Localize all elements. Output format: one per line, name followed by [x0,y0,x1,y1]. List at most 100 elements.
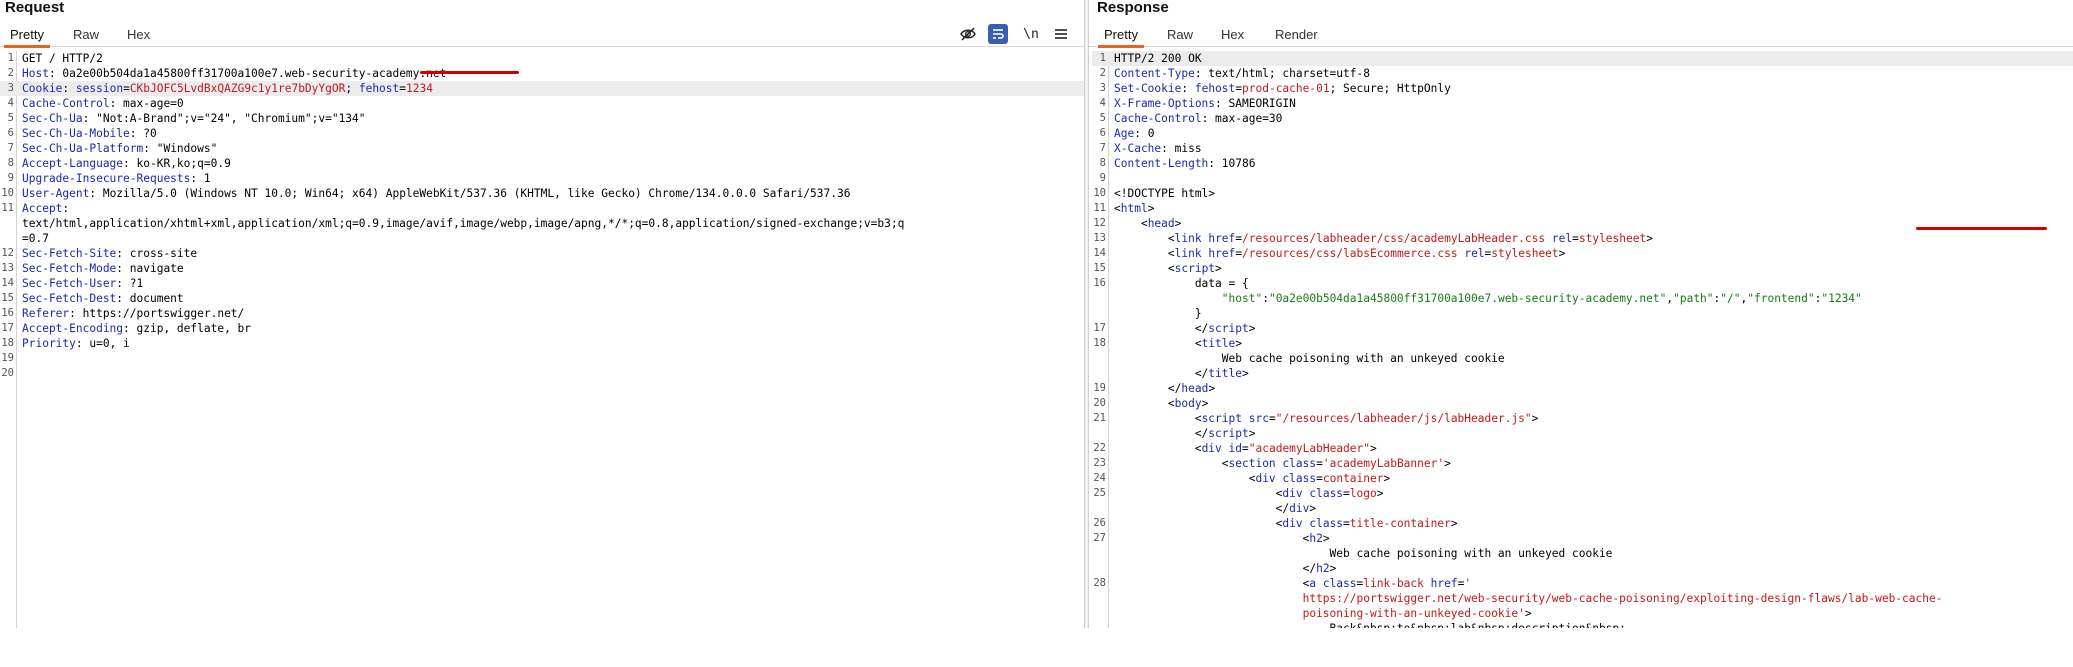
code-token: Sec-Fetch-Dest [22,292,117,305]
line-number: 27 [1093,532,1106,544]
code-token: href [1430,577,1458,590]
code-line: 12 Sec-Fetch-Site: cross-site [0,246,1084,261]
code-token: div [1255,472,1276,485]
code-line: 23 <section class='academyLabBanner'> [1092,456,2073,471]
code-token: > [1558,247,1566,260]
code-line: 19 [0,351,1084,366]
code-token: User-Agent [22,187,90,200]
code-token: < [1114,517,1283,530]
code-token: div [1282,487,1303,500]
line-number: 12 [1,247,14,259]
code-line: 27 <h2> [1092,531,2073,546]
code-token: > [1147,202,1155,215]
request-editor[interactable]: 1 GET / HTTP/2 2 Host: 0a2e00b504da1a45800f… [0,51,1084,628]
code-token: Priority [22,337,76,350]
code-token: title-container [1349,517,1451,530]
code-token: = [1316,472,1323,485]
code-token: link [1174,232,1202,245]
line-number: 13 [1093,232,1106,244]
word-wrap-icon[interactable] [988,24,1008,44]
code-token: link-back [1363,577,1424,590]
code-token: HTTP/2 200 OK [1114,52,1202,65]
line-text: </h2> [1114,561,1337,576]
code-line: 3 Set-Cookie: fehost=prod-cache-01; Secur… [1092,81,2073,96]
line-number: 7 [7,142,14,154]
code-token: Accept [22,202,63,215]
line-number: 1 [7,52,14,64]
code-token: session [75,82,124,95]
line-number: 23 [1093,457,1106,469]
code-token: div [1201,442,1222,455]
code-token: 'academyLabBanner' [1322,457,1445,470]
line-number: 18 [1,337,14,349]
show-newlines-toggle[interactable]: \n [1021,24,1041,44]
line-text: data = { [1114,276,1249,291]
response-tab-pretty[interactable]: Pretty [1098,25,1144,48]
line-text: Content-Type: text/html; charset=utf-8 [1114,66,1370,81]
code-token: = [399,82,407,95]
request-tab-hex[interactable]: Hex [125,25,152,45]
code-line: 8 Accept-Language: ko-KR,ko;q=0.9 [0,156,1084,171]
line-number: 14 [1,277,14,289]
code-token: : [62,82,76,95]
line-number: 2 [1099,67,1106,79]
request-tab-raw[interactable]: Raw [71,25,101,45]
code-token: "0a2e00b504da1a45800ff31700a100e7.web-se… [1268,292,1667,305]
line-number: 8 [7,157,14,169]
code-line: 4 X-Frame-Options: SAMEORIGIN [1092,96,2073,111]
code-token: </ [1114,502,1290,515]
request-tabbar: Pretty Raw Hex \n [0,22,1084,48]
code-token: </ [1114,367,1209,380]
red-annotation-underline [1916,227,2047,230]
code-token: class [1282,472,1317,485]
line-text: Sec-Ch-Ua-Mobile: ?0 [22,126,157,141]
code-token: = [1268,412,1276,425]
code-token: ; [345,82,359,95]
code-token: : u=0, i [75,337,130,350]
line-number: 7 [1099,142,1106,154]
menu-icon[interactable] [1051,24,1071,44]
code-line: 8 Content-Length: 10786 [1092,156,2073,171]
line-number: 19 [1,352,14,364]
hide-nonprintable-eye-icon[interactable] [958,24,978,44]
code-line: 5 Sec-Ch-Ua: "Not:A-Brand";v="24", "Chrom… [0,111,1084,126]
code-token: Cache-Control [1114,112,1202,125]
line-number: 16 [1093,277,1106,289]
code-token: : miss [1161,142,1202,155]
code-token: "academyLabHeader" [1248,442,1371,455]
code-line: </h2> [1092,561,2073,576]
code-token: > [1208,382,1216,395]
code-line: 11 <html> [1092,201,2073,216]
code-token: 1234 [406,82,433,95]
code-token: "/" [1720,292,1741,305]
code-token: = [1242,442,1249,455]
request-tab-pretty[interactable]: Pretty [4,25,50,48]
code-token: </ [1114,322,1209,335]
line-text: X-Frame-Options: SAMEORIGIN [1114,96,1296,111]
code-token: < [1114,397,1175,410]
line-text: Referer: https://portswigger.net/ [22,306,244,321]
line-number: 11 [1093,202,1106,214]
code-token: class [1322,577,1357,590]
response-editor[interactable]: 1 HTTP/2 200 OK 2 Content-Type: text/html; … [1092,51,2073,628]
line-number: 15 [1093,262,1106,274]
response-tab-hex[interactable]: Hex [1219,25,1246,45]
line-text: Sec-Ch-Ua-Platform: "Windows" [22,141,217,156]
code-token: = [1316,457,1323,470]
code-token: container [1322,472,1384,485]
line-number: 22 [1093,442,1106,454]
code-token: < [1114,217,1148,230]
code-token: < [1114,232,1175,245]
line-text: Priority: u=0, i [22,336,130,351]
line-number: 10 [1093,187,1106,199]
code-line: 14 <link href=/resources/css/labsEcommer… [1092,246,2073,261]
response-tab-raw[interactable]: Raw [1165,25,1195,45]
response-tab-render[interactable]: Render [1273,25,1320,45]
line-text: <link href=/resources/css/labsEcommerce.… [1114,246,1566,261]
line-text: <title> [1114,336,1242,351]
code-line: 7 Sec-Ch-Ua-Platform: "Windows" [0,141,1084,156]
code-token: : 0 [1134,127,1155,140]
